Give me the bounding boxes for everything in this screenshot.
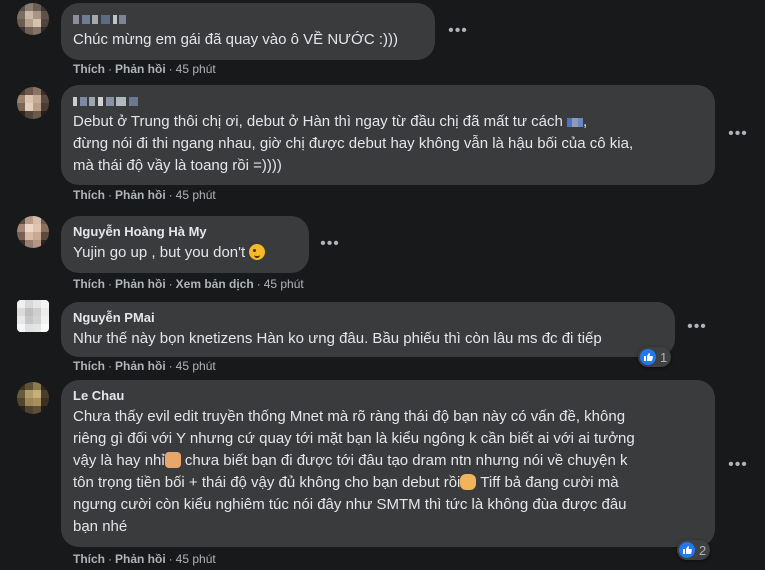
reply-link[interactable]: Phản hồi: [115, 62, 166, 76]
comment-text: Debut ở Trung thôi chị ơi, debut ở Hàn t…: [73, 113, 634, 174]
comment-text: Yujin go up , but you don't: [73, 242, 297, 264]
timestamp[interactable]: 45 phút: [176, 62, 216, 76]
avatar[interactable]: [17, 216, 49, 248]
timestamp[interactable]: 45 phút: [176, 188, 216, 202]
reply-link[interactable]: Phản hồi: [115, 552, 166, 566]
comment-actions: Thích · Phản hồi · 45 phút: [73, 359, 216, 373]
reply-link[interactable]: Phản hồi: [115, 359, 166, 373]
like-link[interactable]: Thích: [73, 62, 105, 76]
comment-actions: Thích · Phản hồi · Xem bản dịch · 45 phút: [73, 277, 304, 291]
reaction-count-value: 2: [699, 542, 707, 558]
like-reaction-icon: [640, 349, 656, 365]
comment-text: Chưa thấy evil edit truyền thống Mnet mà…: [73, 408, 635, 535]
author-name[interactable]: Nguyễn PMai: [73, 310, 663, 326]
hand-ok-icon: [460, 474, 477, 490]
avatar[interactable]: [17, 300, 49, 332]
more-options-icon[interactable]: •••: [724, 457, 752, 473]
avatar[interactable]: [17, 3, 49, 35]
reaction-count-value: 1: [660, 349, 668, 365]
comment-bubble: Chúc mừng em gái đã quay vào ô VỀ NƯỚC :…: [61, 3, 435, 60]
like-link[interactable]: Thích: [73, 552, 105, 566]
comment-bubble: Debut ở Trung thôi chị ơi, debut ở Hàn t…: [61, 85, 715, 185]
author-name[interactable]: Nguyễn Hoàng Hà My: [73, 224, 297, 240]
author-name[interactable]: Le Chau: [73, 388, 703, 404]
more-options-icon[interactable]: •••: [724, 126, 752, 142]
more-options-icon[interactable]: •••: [683, 319, 711, 335]
comment-bubble: Nguyễn PMai Như thế này bọn knetizens Hà…: [61, 302, 675, 357]
winking-face-icon: [249, 244, 266, 260]
like-link[interactable]: Thích: [73, 277, 105, 291]
comment-actions: Thích · Phản hồi · 45 phút: [73, 552, 216, 566]
like-reaction-icon: [679, 542, 695, 558]
see-translation-link[interactable]: Xem bản dịch: [176, 277, 254, 291]
timestamp[interactable]: 45 phút: [176, 359, 216, 373]
comment-bubble: Nguyễn Hoàng Hà My Yujin go up , but you…: [61, 216, 309, 273]
comment-bubble: Le Chau Chưa thấy evil edit truyền thống…: [61, 380, 715, 547]
reaction-count[interactable]: 1: [638, 347, 672, 367]
more-options-icon[interactable]: •••: [316, 236, 344, 252]
like-link[interactable]: Thích: [73, 188, 105, 202]
timestamp[interactable]: 45 phút: [264, 277, 304, 291]
reaction-count[interactable]: 2: [677, 540, 711, 560]
more-options-icon[interactable]: •••: [444, 23, 472, 39]
comment-actions: Thích · Phản hồi · 45 phút: [73, 188, 216, 202]
avatar[interactable]: [17, 382, 49, 414]
avatar[interactable]: [17, 87, 49, 119]
comment-text: Như thế này bọn knetizens Hàn ko ưng đâu…: [73, 330, 602, 347]
reply-link[interactable]: Phản hồi: [115, 188, 166, 202]
reply-link[interactable]: Phản hồi: [115, 277, 166, 291]
person-gesturing-icon: [164, 452, 181, 468]
like-link[interactable]: Thích: [73, 359, 105, 373]
comment-actions: Thích · Phản hồi · 45 phút: [73, 62, 216, 76]
comment-text: Chúc mừng em gái đã quay vào ô VỀ NƯỚC :…: [73, 31, 399, 48]
author-name-blurred[interactable]: [73, 93, 703, 109]
timestamp[interactable]: 45 phút: [176, 552, 216, 566]
author-name-blurred[interactable]: [73, 11, 423, 27]
